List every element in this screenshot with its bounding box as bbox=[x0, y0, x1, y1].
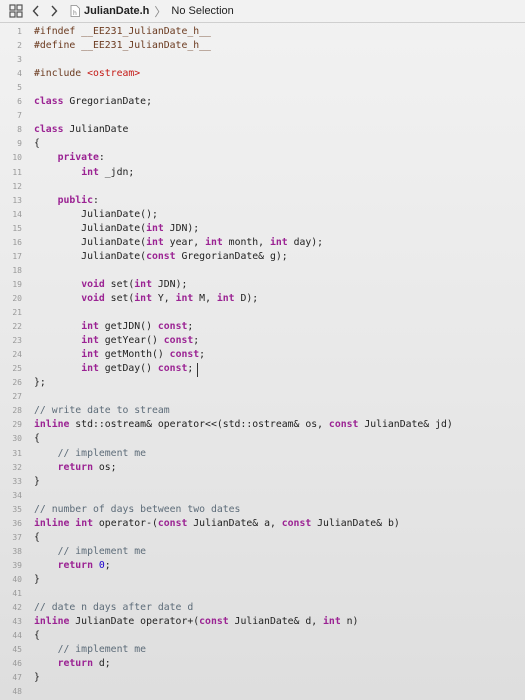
code-line[interactable]: JulianDate(const GregorianDate& g); bbox=[34, 250, 287, 264]
code-line[interactable]: JulianDate(); bbox=[34, 208, 158, 222]
code-line[interactable]: // date n days after date d bbox=[34, 601, 193, 615]
xcode-editor-window: h JulianDate.h 〉 No Selection 1234567891… bbox=[0, 0, 525, 700]
line-number: 32 bbox=[12, 462, 22, 472]
chevron-left-icon[interactable] bbox=[30, 3, 42, 19]
line-number: 39 bbox=[12, 560, 22, 570]
code-line[interactable]: int getYear() const; bbox=[34, 334, 199, 348]
code-line[interactable]: { bbox=[34, 629, 40, 643]
code-line[interactable]: int getMonth() const; bbox=[34, 348, 205, 362]
jumpbar-separator: 〉 bbox=[154, 4, 167, 19]
line-number: 29 bbox=[12, 420, 22, 430]
line-number: 14 bbox=[12, 209, 22, 219]
code-line[interactable]: int getJDN() const; bbox=[34, 320, 193, 334]
line-number: 13 bbox=[12, 195, 22, 205]
code-line[interactable]: } bbox=[34, 475, 40, 489]
code-line[interactable]: }; bbox=[34, 376, 46, 390]
code-line[interactable]: // implement me bbox=[34, 447, 146, 461]
line-number: 17 bbox=[12, 251, 22, 261]
code-line[interactable]: // number of days between two dates bbox=[34, 503, 240, 517]
line-number: 36 bbox=[12, 518, 22, 528]
code-editor[interactable]: #ifndef __EE231_JulianDate_h__ #define __… bbox=[26, 22, 525, 700]
code-line[interactable]: JulianDate(int JDN); bbox=[34, 222, 199, 236]
code-line[interactable]: #include <ostream> bbox=[34, 67, 140, 81]
line-number: 30 bbox=[12, 434, 22, 444]
line-number: 4 bbox=[17, 69, 22, 79]
line-number: 47 bbox=[12, 673, 22, 683]
code-line[interactable]: } bbox=[34, 671, 40, 685]
code-line[interactable]: return 0; bbox=[34, 559, 111, 573]
line-number: 2 bbox=[17, 41, 22, 51]
code-line[interactable]: JulianDate(int year, int month, int day)… bbox=[34, 236, 323, 250]
code-line[interactable]: void set(int JDN); bbox=[34, 278, 187, 292]
line-number: 35 bbox=[12, 504, 22, 514]
code-line[interactable]: inline std::ostream& operator<<(std::ost… bbox=[34, 418, 453, 432]
line-number: 7 bbox=[17, 111, 22, 121]
line-number: 10 bbox=[12, 153, 22, 163]
jumpbar-file-name[interactable]: JulianDate.h bbox=[84, 5, 149, 17]
line-number: 41 bbox=[12, 589, 22, 598]
line-number: 33 bbox=[12, 476, 22, 486]
line-number: 21 bbox=[12, 308, 22, 317]
line-number: 24 bbox=[12, 350, 22, 360]
line-number: 1 bbox=[17, 27, 22, 36]
code-line[interactable]: class GregorianDate; bbox=[34, 95, 152, 109]
code-line[interactable]: inline int operator-(const JulianDate& a… bbox=[34, 517, 400, 531]
line-number: 27 bbox=[12, 392, 22, 402]
line-number: 9 bbox=[17, 139, 22, 149]
line-number: 16 bbox=[12, 237, 22, 247]
line-number: 18 bbox=[12, 265, 22, 275]
code-line[interactable]: int getDay() const; bbox=[34, 362, 193, 376]
code-line[interactable]: return os; bbox=[34, 461, 117, 475]
jump-bar: h JulianDate.h 〉 No Selection bbox=[0, 0, 525, 23]
line-number: 40 bbox=[12, 574, 22, 584]
line-number: 8 bbox=[17, 125, 22, 135]
svg-text:h: h bbox=[73, 10, 77, 17]
code-line[interactable]: public: bbox=[34, 194, 99, 208]
chevron-right-icon[interactable] bbox=[48, 3, 60, 19]
code-line[interactable]: } bbox=[34, 573, 40, 587]
jumpbar-selection[interactable]: No Selection bbox=[171, 5, 233, 17]
code-line[interactable]: int _jdn; bbox=[34, 166, 134, 180]
line-number: 19 bbox=[12, 279, 22, 289]
code-line[interactable]: // implement me bbox=[34, 545, 146, 559]
line-number: 37 bbox=[12, 532, 22, 542]
code-line[interactable]: { bbox=[34, 137, 40, 151]
grid-icon[interactable] bbox=[8, 3, 24, 19]
code-line[interactable]: class JulianDate bbox=[34, 123, 128, 137]
line-number: 38 bbox=[12, 546, 22, 556]
code-line[interactable]: return d; bbox=[34, 657, 111, 671]
text-cursor bbox=[197, 363, 198, 377]
line-number: 43 bbox=[12, 617, 22, 627]
code-line[interactable]: private: bbox=[34, 151, 105, 165]
code-line[interactable]: { bbox=[34, 531, 40, 545]
line-number: 46 bbox=[12, 659, 22, 669]
line-number: 34 bbox=[12, 490, 22, 500]
line-number: 20 bbox=[12, 293, 22, 303]
line-number: 5 bbox=[17, 83, 22, 93]
code-line[interactable]: { bbox=[34, 432, 40, 446]
line-number: 22 bbox=[12, 322, 22, 332]
line-number: 45 bbox=[12, 645, 22, 655]
line-number: 42 bbox=[12, 603, 22, 613]
line-number: 23 bbox=[12, 336, 22, 346]
code-line[interactable]: // write date to stream bbox=[34, 404, 170, 418]
code-line[interactable]: #define __EE231_JulianDate_h__ bbox=[34, 39, 211, 53]
code-line[interactable]: inline JulianDate operator+(const Julian… bbox=[34, 615, 358, 629]
code-line[interactable]: void set(int Y, int M, int D); bbox=[34, 292, 258, 306]
code-line[interactable]: #ifndef __EE231_JulianDate_h__ bbox=[34, 25, 211, 39]
line-number: 25 bbox=[12, 364, 22, 374]
line-number: 44 bbox=[12, 631, 22, 641]
header-file-icon: h bbox=[70, 5, 80, 17]
line-number: 31 bbox=[12, 448, 22, 458]
line-number: 11 bbox=[12, 167, 22, 177]
line-number-gutter: 1 2 3 4 5 6 7 8 9 10 11 12 13 14 15 16 17 18 19 20 21 22 23 24 2… bbox=[0, 22, 26, 700]
line-number: 15 bbox=[12, 223, 22, 233]
line-number: 3 bbox=[17, 55, 22, 65]
code-line[interactable]: // implement me bbox=[34, 643, 146, 657]
line-number: 26 bbox=[12, 378, 22, 388]
line-number: 48 bbox=[12, 687, 22, 697]
line-number: 6 bbox=[17, 97, 22, 107]
line-number: 28 bbox=[12, 406, 22, 416]
line-number: 12 bbox=[12, 181, 22, 191]
